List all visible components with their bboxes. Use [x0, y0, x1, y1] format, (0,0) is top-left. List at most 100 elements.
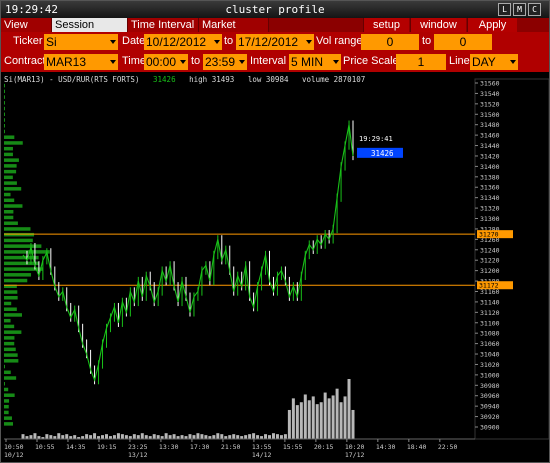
y-tick-label: 31140 — [480, 298, 500, 306]
chevron-down-icon — [214, 40, 220, 44]
volume-profile-bar — [4, 347, 16, 352]
volume-bar — [116, 433, 120, 439]
time-to-select[interactable]: 23:59 — [203, 54, 247, 70]
y-tick-label: 31240 — [480, 246, 500, 254]
vol-to-input[interactable]: 0 — [434, 34, 492, 50]
price-scale-label: Price Scale — [343, 55, 399, 67]
volume-bar — [291, 398, 295, 439]
window-l-button[interactable]: L — [498, 3, 511, 16]
volume-bar — [104, 434, 108, 439]
window-button[interactable]: window — [410, 18, 466, 32]
volume-bar — [283, 434, 287, 439]
contract-select[interactable]: MAR13 — [44, 54, 118, 70]
volume-profile-bar — [4, 232, 35, 237]
volume-bar — [168, 435, 172, 439]
y-tick-label: 30940 — [480, 403, 500, 411]
volume-bar — [152, 434, 156, 439]
volume-profile-bar — [4, 364, 5, 369]
volume-bar — [57, 433, 61, 439]
volume-bar — [232, 434, 236, 439]
time-from-select[interactable]: 00:00 — [144, 54, 188, 70]
line-select[interactable]: DAY — [470, 54, 518, 70]
y-tick-label: 31520 — [480, 100, 500, 108]
volume-bar — [65, 434, 69, 439]
chevron-down-icon — [110, 60, 116, 64]
volume-profile-bar — [4, 112, 5, 117]
x-date-label: 14/12 — [252, 451, 272, 459]
volume-profile-bar — [4, 238, 33, 243]
interval-select[interactable]: 5 MIN — [289, 54, 341, 70]
date-to-select[interactable]: 17/12/2012 — [236, 34, 314, 50]
window-c-button[interactable]: C — [528, 3, 541, 16]
x-date-label: 13/12 — [128, 451, 148, 459]
contract-value: MAR13 — [46, 55, 87, 69]
volume-profile-bar — [4, 192, 11, 197]
ticker-select[interactable]: Si — [44, 34, 118, 50]
low-price: low 30984 — [247, 75, 289, 84]
volume-bar — [29, 435, 33, 439]
volume-profile-bar — [4, 330, 22, 334]
volume-bar — [287, 409, 291, 439]
volume-bar — [144, 435, 148, 439]
y-tick-label: 30920 — [480, 413, 500, 421]
window-title: cluster profile — [225, 3, 325, 16]
x-date-label: 10/12 — [4, 451, 24, 459]
date-from-value: 10/12/2012 — [146, 35, 207, 49]
line-value: DAY — [472, 55, 496, 69]
volume-profile-bar — [4, 382, 5, 386]
volume-bar — [61, 435, 65, 439]
volume-bar — [299, 402, 303, 439]
volume-bar — [73, 435, 77, 439]
volume-profile-bar — [4, 198, 15, 203]
volume-bar — [188, 434, 192, 439]
y-tick-label: 31380 — [480, 173, 500, 181]
price-chart[interactable]: 31560 31540 31520 31500 31480 31460 31440 31420… — [1, 71, 549, 461]
volume-bar — [327, 398, 331, 439]
tab-market-watch[interactable]: Market Watch — [199, 18, 269, 45]
volume-bar — [212, 435, 216, 439]
volume-profile-bar — [4, 273, 32, 277]
ticker-label: Ticker — [13, 35, 43, 47]
x-tick-label: 23:25 — [128, 443, 148, 451]
date-from-select[interactable]: 10/12/2012 — [144, 34, 222, 50]
volume-bar — [331, 395, 335, 439]
volume-profile-bar — [4, 135, 15, 139]
volume-profile-bar — [4, 387, 9, 392]
chevron-down-icon — [239, 60, 245, 64]
y-tick-label: 31100 — [480, 319, 500, 327]
vol-from-input[interactable]: 0 — [361, 34, 419, 50]
title-bar[interactable]: 19:29:42 cluster profile L M C — [1, 1, 549, 18]
x-tick-label: 13:55 — [252, 443, 272, 451]
volume-total: volume 2870107 — [302, 75, 366, 84]
volume-bar — [21, 434, 25, 439]
volume-profile-bar — [4, 324, 15, 329]
volume-bar — [140, 433, 144, 439]
date-label: Date — [122, 35, 146, 47]
time-to-value: 23:59 — [205, 55, 236, 69]
window-buttons: L M C — [498, 3, 541, 16]
tab-time-interval[interactable]: Time Interval — [128, 18, 199, 32]
time-from-value: 00:00 — [146, 55, 177, 69]
volume-profile-bar — [4, 204, 23, 208]
volume-profile-bar — [4, 106, 5, 111]
volume-bar — [180, 435, 184, 439]
window-m-button[interactable]: M — [513, 3, 526, 16]
volume-profile-bar — [4, 318, 11, 323]
setup-button[interactable]: setup — [363, 18, 409, 32]
date-to-label: to — [224, 35, 234, 47]
y-tick-label: 31420 — [480, 152, 500, 160]
y-tick-label: 30980 — [480, 382, 500, 390]
volume-profile-bar — [4, 164, 17, 168]
level-line-high-label: 31270 — [479, 231, 499, 239]
y-tick-label: 31460 — [480, 132, 500, 140]
volume-bar — [244, 435, 248, 439]
volume-bar — [124, 435, 128, 439]
apply-button[interactable]: Apply — [467, 18, 517, 32]
volume-bar — [33, 433, 37, 439]
y-tick-label: 31400 — [480, 163, 500, 171]
tab-view-dom[interactable]: View DOM — [1, 18, 52, 45]
price-scale-input[interactable]: 1 — [396, 54, 446, 70]
x-tick-label: 21:50 — [221, 443, 241, 451]
tab-session-hours[interactable]: Session Hours — [52, 18, 128, 45]
y-tick-label: 31020 — [480, 361, 500, 369]
